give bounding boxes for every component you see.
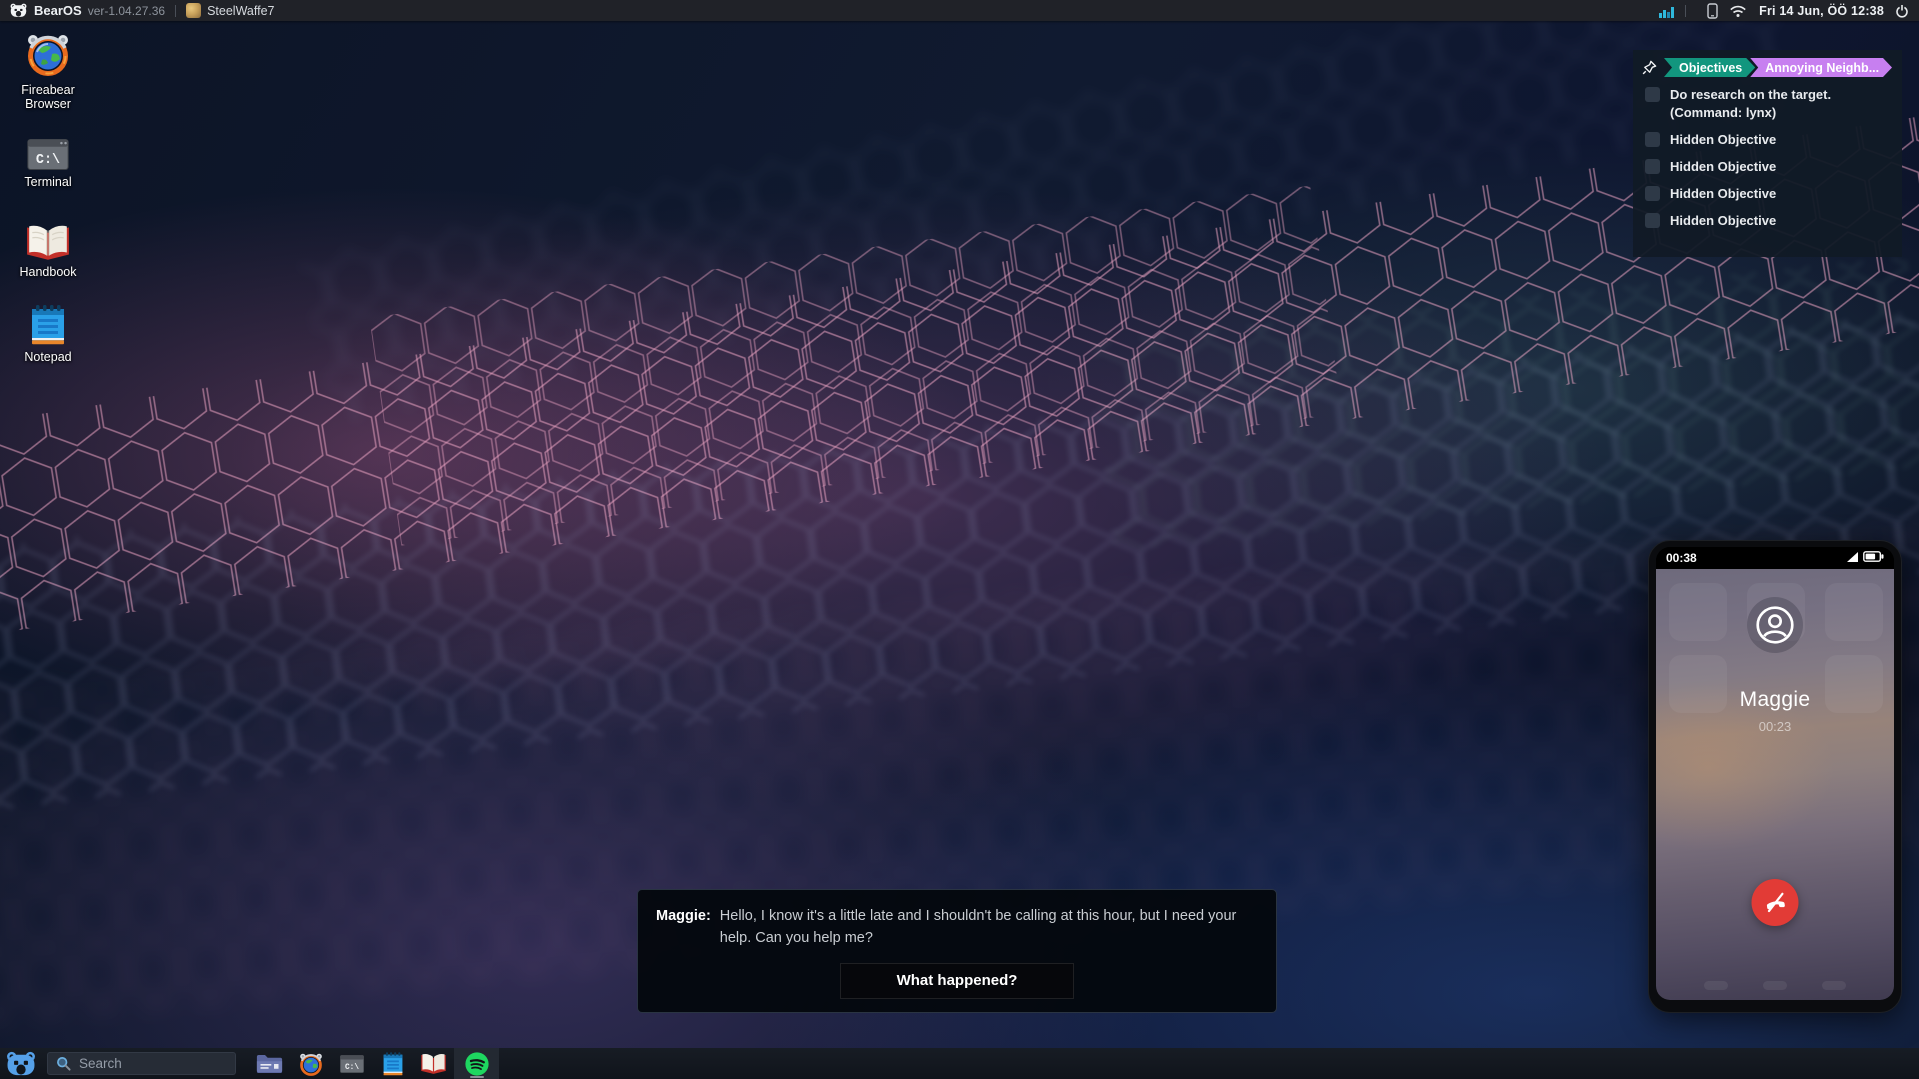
taskbar-fireabear-browser[interactable] — [290, 1048, 331, 1079]
desktop: BearOS ver-1.04.27.36 SteelWaffe7 — [0, 0, 1919, 1079]
bear-start-icon — [6, 1051, 36, 1077]
desktop-icon-label: Fireabear Browser — [0, 83, 96, 112]
objectives-panel: Objectives Annoying Neighb... Do researc… — [1633, 50, 1902, 257]
objective-checkbox[interactable] — [1645, 132, 1660, 147]
desktop-icon-fireabear-browser[interactable]: Fireabear Browser — [0, 30, 96, 112]
objectives-list: Do research on the target. (Command: lyn… — [1642, 86, 1892, 230]
desktop-icon-label: Notepad — [24, 350, 71, 364]
taskbar-notepad[interactable] — [372, 1048, 413, 1079]
cell-signal-icon — [1847, 549, 1858, 567]
nav-button[interactable] — [1822, 981, 1846, 990]
handbook-icon — [25, 224, 71, 260]
desktop-icon-handbook[interactable]: Handbook — [0, 224, 96, 279]
phone-status-bar: 00:38 — [1656, 547, 1894, 569]
dialog-box: Maggie: Hello, I know it's a little late… — [637, 889, 1277, 1013]
nav-button[interactable] — [1704, 981, 1728, 990]
file-manager-icon — [256, 1053, 283, 1075]
dialog-response-button[interactable]: What happened? — [840, 963, 1075, 999]
dialog-speaker: Maggie: — [656, 905, 711, 927]
phone-overlay: 00:38 — [1648, 540, 1902, 1013]
objective-checkbox[interactable] — [1645, 213, 1660, 228]
blurred-tile — [1669, 583, 1727, 641]
objective-item: Hidden Objective — [1642, 212, 1892, 230]
handbook-icon — [420, 1053, 447, 1074]
search-box[interactable] — [47, 1052, 236, 1075]
os-version: ver-1.04.27.36 — [88, 4, 165, 18]
objective-text: Hidden Objective — [1670, 185, 1776, 203]
os-name: BearOS — [34, 3, 82, 18]
hangup-button[interactable] — [1752, 879, 1799, 926]
topbar-divider — [175, 5, 176, 17]
search-icon — [56, 1056, 71, 1071]
objective-text: Do research on the target. (Command: lyn… — [1670, 86, 1888, 122]
bearos-logo-icon — [10, 3, 27, 18]
caller-avatar — [1747, 597, 1803, 653]
objective-item: Hidden Objective — [1642, 158, 1892, 176]
taskbar: C:\ — [0, 1048, 1919, 1079]
phone-call-screen: Maggie 00:23 — [1656, 569, 1894, 1000]
power-icon[interactable] — [1895, 4, 1909, 18]
objective-checkbox[interactable] — [1645, 87, 1660, 102]
objective-text: Hidden Objective — [1670, 131, 1776, 149]
notepad-icon — [383, 1052, 403, 1076]
pushpin-icon[interactable] — [1642, 60, 1657, 75]
tab-mission-annoying-neighbor[interactable]: Annoying Neighb... — [1750, 58, 1892, 77]
phone-nav-bar — [1656, 981, 1894, 990]
objective-checkbox[interactable] — [1645, 159, 1660, 174]
dialog-message: Hello, I know it's a little late and I s… — [720, 905, 1245, 950]
taskbar-file-manager[interactable] — [249, 1048, 290, 1079]
terminal-icon: C:\ — [340, 1055, 364, 1073]
taskbar-handbook[interactable] — [413, 1048, 454, 1079]
clock: Fri 14 Jun, ÖÖ 12:38 — [1759, 4, 1884, 18]
network-activity-icon[interactable] — [1659, 4, 1675, 18]
desktop-icon-notepad[interactable]: Notepad — [0, 305, 96, 364]
spotify-icon — [464, 1051, 490, 1077]
start-button[interactable] — [0, 1048, 42, 1079]
objective-item: Do research on the target. (Command: lyn… — [1642, 86, 1892, 122]
topbar: BearOS ver-1.04.27.36 SteelWaffe7 — [0, 0, 1919, 21]
desktop-icon-terminal[interactable]: C:\ Terminal — [0, 139, 96, 189]
blurred-tile — [1825, 583, 1883, 641]
phone-screen: 00:38 — [1656, 547, 1894, 1000]
taskbar-apps: C:\ — [249, 1048, 499, 1079]
objective-item: Hidden Objective — [1642, 185, 1892, 203]
call-duration: 00:23 — [1656, 719, 1894, 734]
search-input[interactable] — [79, 1056, 256, 1071]
tray-divider — [1685, 5, 1686, 17]
fireabear-browser-icon — [23, 30, 73, 78]
phone-clock: 00:38 — [1666, 551, 1697, 565]
terminal-icon: C:\ — [27, 139, 69, 170]
running-app-indicator — [470, 1076, 484, 1079]
user-avatar — [186, 3, 201, 18]
tab-objectives[interactable]: Objectives — [1664, 58, 1755, 77]
battery-icon — [1863, 549, 1884, 567]
phone-tray-icon[interactable] — [1707, 3, 1718, 19]
svg-text:C:\: C:\ — [344, 1063, 358, 1071]
objectives-header: Objectives Annoying Neighb... — [1642, 58, 1892, 77]
taskbar-spotify[interactable] — [454, 1048, 499, 1079]
wifi-icon[interactable] — [1729, 4, 1747, 18]
objective-checkbox[interactable] — [1645, 186, 1660, 201]
svg-text:C:\: C:\ — [36, 153, 60, 168]
fireabear-browser-icon — [298, 1051, 324, 1077]
username: SteelWaffe7 — [207, 4, 274, 18]
objective-item: Hidden Objective — [1642, 131, 1892, 149]
caller-name: Maggie — [1656, 688, 1894, 712]
desktop-icon-label: Terminal — [24, 175, 71, 189]
desktop-icon-label: Handbook — [20, 265, 77, 279]
taskbar-terminal[interactable]: C:\ — [331, 1048, 372, 1079]
objective-text: Hidden Objective — [1670, 158, 1776, 176]
notepad-icon — [30, 305, 66, 345]
nav-button[interactable] — [1763, 981, 1787, 990]
objective-text: Hidden Objective — [1670, 212, 1776, 230]
